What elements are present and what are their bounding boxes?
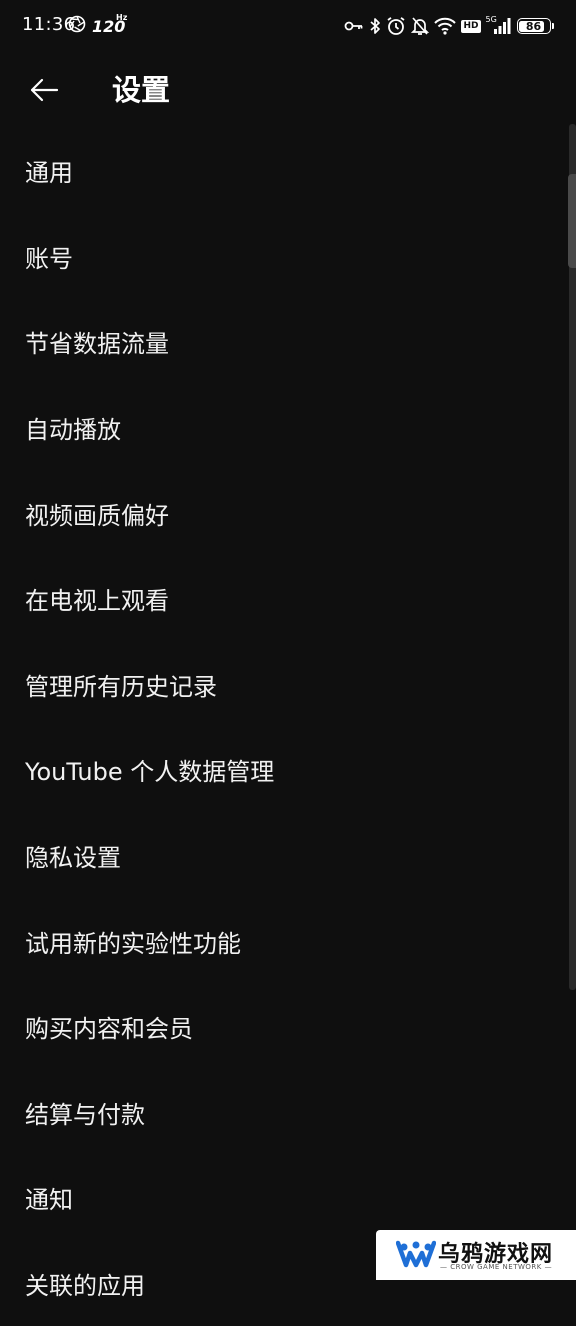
back-button[interactable] bbox=[18, 64, 70, 116]
scrollbar-thumb[interactable] bbox=[568, 174, 576, 268]
settings-item-data-saving[interactable]: 节省数据流量 bbox=[0, 299, 576, 385]
settings-item-your-data[interactable]: YouTube 个人数据管理 bbox=[0, 727, 576, 813]
settings-list: 通用 账号 节省数据流量 自动播放 视频画质偏好 在电视上观看 管理所有历史记录… bbox=[0, 128, 576, 1326]
hd-badge: HD bbox=[461, 19, 481, 33]
status-bar: 11:36 120 Hz HD 5G 86 bbox=[0, 0, 576, 52]
settings-item-general[interactable]: 通用 bbox=[0, 128, 576, 214]
app-bar: 设置 bbox=[0, 58, 576, 122]
settings-item-autoplay[interactable]: 自动播放 bbox=[0, 385, 576, 471]
settings-item-billing[interactable]: 结算与付款 bbox=[0, 1070, 576, 1156]
battery-cap bbox=[551, 23, 554, 29]
bluetooth-icon bbox=[369, 17, 381, 35]
settings-item-purchases[interactable]: 购买内容和会员 bbox=[0, 984, 576, 1070]
wifi-icon bbox=[434, 17, 457, 35]
watermark: 乌鸦游戏网 — CROW GAME NETWORK — bbox=[376, 1230, 576, 1280]
status-right-icons: HD 5G 86 bbox=[344, 14, 554, 38]
watermark-subtitle: — CROW GAME NETWORK — bbox=[440, 1263, 553, 1271]
settings-item-video-quality[interactable]: 视频画质偏好 bbox=[0, 470, 576, 556]
settings-item-manage-history[interactable]: 管理所有历史记录 bbox=[0, 642, 576, 728]
status-left-icons: 120 Hz bbox=[68, 12, 128, 38]
alarm-icon bbox=[386, 16, 406, 36]
crow-logo-icon bbox=[396, 1240, 436, 1268]
shutter-icon bbox=[68, 15, 86, 37]
settings-item-experimental[interactable]: 试用新的实验性功能 bbox=[0, 898, 576, 984]
settings-item-notifications[interactable]: 通知 bbox=[0, 1155, 576, 1241]
refresh-rate: 120 Hz bbox=[92, 12, 128, 36]
signal-icon: 5G bbox=[486, 15, 512, 35]
settings-item-account[interactable]: 账号 bbox=[0, 214, 576, 300]
settings-item-watch-on-tv[interactable]: 在电视上观看 bbox=[0, 556, 576, 642]
back-arrow-icon bbox=[30, 78, 59, 102]
key-icon bbox=[344, 19, 364, 33]
settings-item-privacy[interactable]: 隐私设置 bbox=[0, 813, 576, 899]
silent-bell-icon bbox=[411, 16, 430, 36]
page-title: 设置 bbox=[112, 73, 171, 107]
battery-indicator: 86 bbox=[516, 18, 551, 34]
